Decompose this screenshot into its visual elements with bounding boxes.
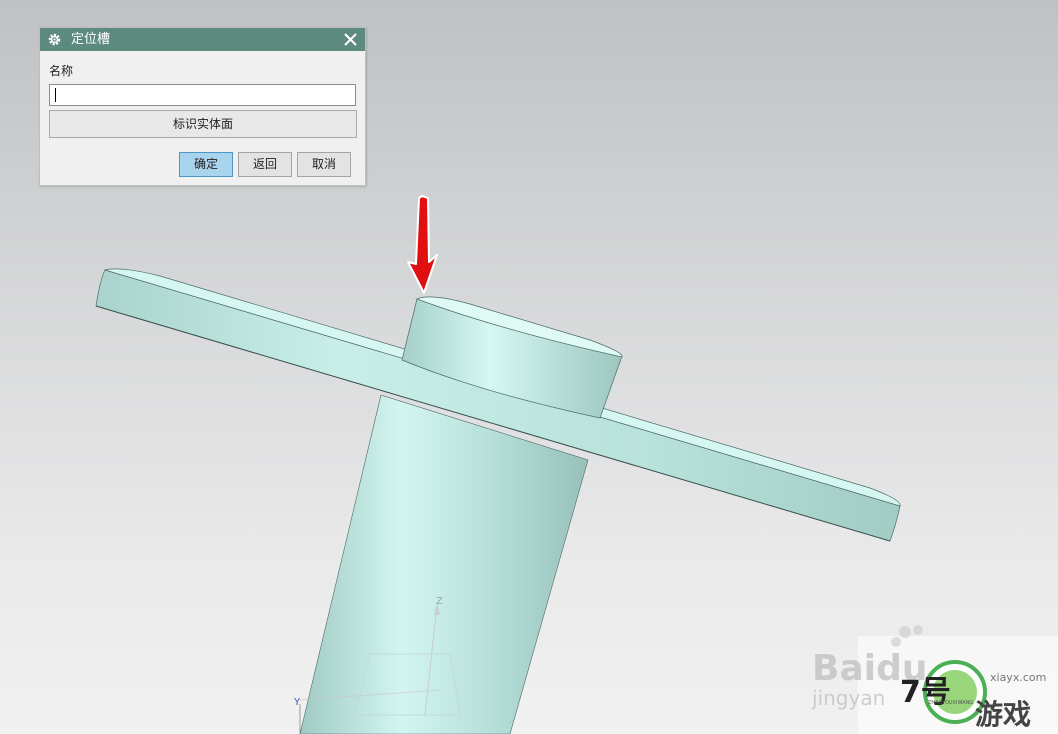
name-label: 名称 (49, 64, 74, 78)
site-text: xiayx.com (990, 671, 1046, 684)
pinyin-text: ZHAOYOUXIWANG (928, 700, 973, 706)
graphics-viewport[interactable]: Z Y Baidu jingyan 7号 游戏 xiayx.com ZHAOYO… (0, 0, 1058, 734)
cancel-button[interactable]: 取消 (297, 152, 351, 177)
watermark: Baidu jingyan 7号 游戏 xiayx.com ZHAOYOUXIW… (811, 625, 1058, 734)
axis-z-label: Z (436, 596, 443, 607)
brand-game: 游戏 (975, 698, 1031, 731)
close-icon[interactable] (342, 31, 359, 48)
down-arrow-annotation (407, 195, 438, 294)
name-input[interactable] (49, 84, 356, 106)
dialog-title: 定位槽 (71, 32, 111, 47)
identify-solid-face-button[interactable]: 标识实体面 (49, 110, 357, 138)
locate-slot-dialog: 定位槽 名称 标识实体面 确定 返回 取消 (39, 27, 366, 186)
shaft-cylinder[interactable] (299, 394, 589, 734)
back-button[interactable]: 返回 (238, 152, 292, 177)
ok-button[interactable]: 确定 (179, 152, 233, 177)
dialog-titlebar[interactable]: 定位槽 (40, 28, 365, 51)
axis-y-label: Y (293, 697, 301, 708)
text-caret (55, 88, 56, 102)
jingyan-watermark: jingyan (811, 686, 885, 710)
gear-icon (48, 33, 61, 46)
